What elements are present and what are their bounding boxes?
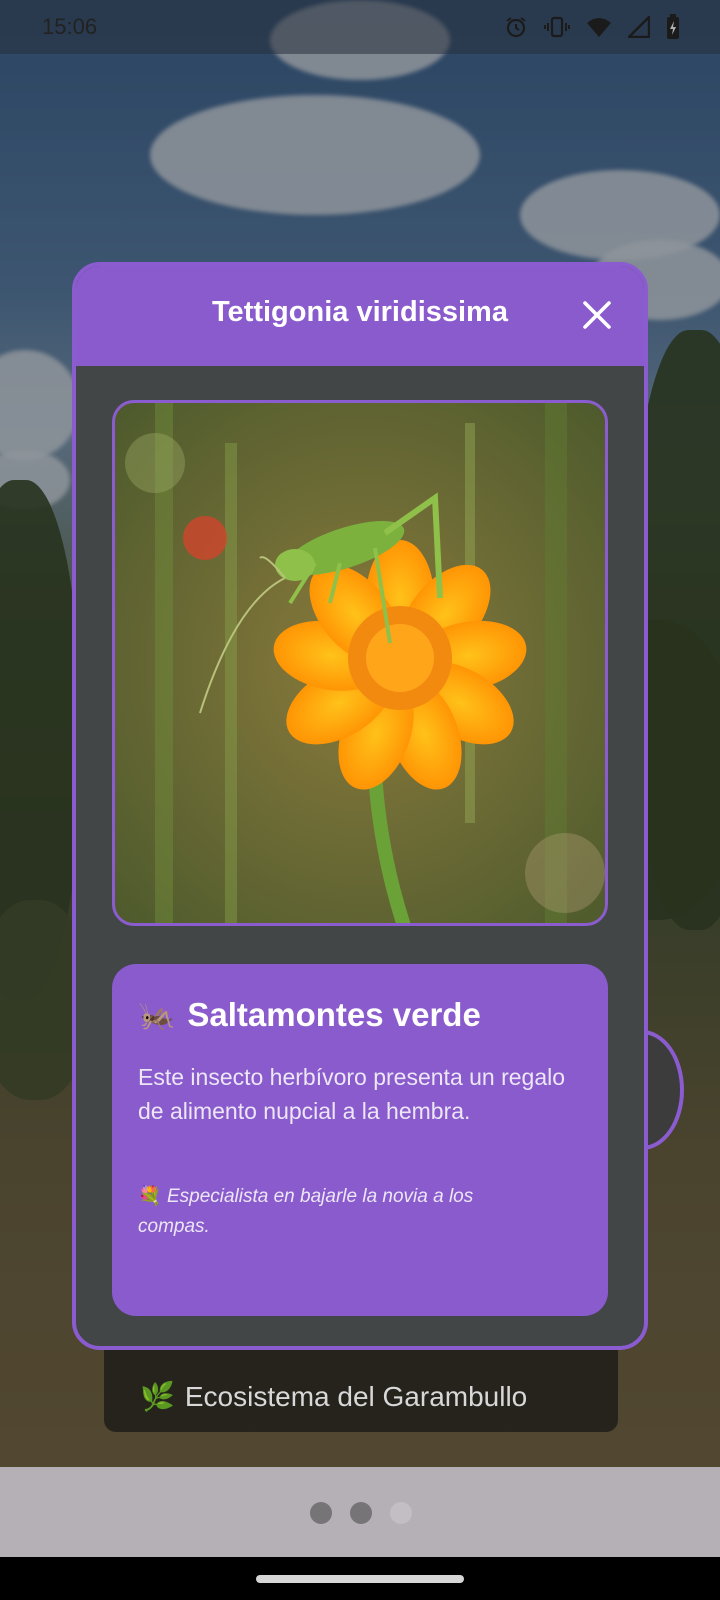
dialog-header: Tettigonia viridissima <box>76 266 644 366</box>
fun-fact-text: Especialista en bajarle la novia a los c… <box>138 1186 474 1237</box>
species-photo <box>112 400 608 926</box>
ecosystem-banner[interactable]: 🌿 Ecosistema del Garambullo <box>104 1336 618 1432</box>
home-gesture-handle[interactable] <box>256 1575 464 1583</box>
alarm-icon <box>506 17 526 38</box>
page-indicator-bar <box>0 1467 720 1557</box>
wifi-icon <box>587 18 611 37</box>
species-description: Este insecto herbívoro presenta un regal… <box>138 1064 566 1124</box>
battery-icon <box>667 14 679 39</box>
page-indicator-dots <box>310 1502 412 1524</box>
close-icon[interactable] <box>580 298 614 332</box>
signal-icon <box>628 16 650 38</box>
leaf-icon: 🌿 <box>140 1381 175 1412</box>
species-common-name: Saltamontes verde <box>187 996 481 1033</box>
status-time: 15:06 <box>42 14 98 39</box>
status-bar: 15:06 <box>0 0 720 54</box>
page-dot-2[interactable] <box>350 1502 372 1524</box>
cricket-icon: 🦗 <box>138 998 176 1032</box>
banner-label: Ecosistema del Garambullo <box>184 1380 528 1412</box>
species-info-card: 🦗 Saltamontes verde Este insecto herbívo… <box>112 964 608 1316</box>
grasshopper-flower-image <box>115 403 605 923</box>
page-dot-3[interactable] <box>390 1502 412 1524</box>
page-dot-1[interactable] <box>310 1502 332 1524</box>
species-dialog: Tettigonia viridissima 🦗 Saltamontes ver… <box>72 262 648 1350</box>
navigation-bar <box>0 1557 720 1600</box>
bouquet-icon: 💐 <box>138 1186 162 1207</box>
dialog-title: Tettigonia viridissima <box>212 296 508 328</box>
species-fun-fact: 💐 Especialista en bajarle la novia a los… <box>138 1182 538 1242</box>
vibrate-icon <box>544 16 570 38</box>
